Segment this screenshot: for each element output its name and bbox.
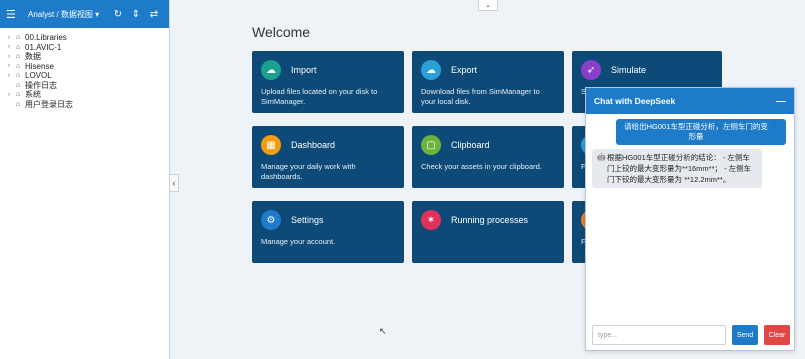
folder-icon: ⌂ <box>16 43 21 51</box>
chat-input[interactable] <box>592 325 726 345</box>
sidebar-collapse-handle[interactable]: ‹ <box>169 174 179 192</box>
chat-panel: Chat with DeepSeek — 请给出HG001车型正碰分析，左侧车门… <box>585 87 795 351</box>
folder-icon: ⌂ <box>16 53 21 61</box>
folder-tree: › ⌂ 00.Libraries › ⌂ 01.AVIC-1 › ⌂ 数据 › ⌂ Hisens… <box>0 28 169 109</box>
minimize-icon[interactable]: — <box>776 96 786 107</box>
clear-button[interactable]: Clear <box>764 325 790 345</box>
cloud-download-icon: ☁ <box>421 60 441 80</box>
tree-item[interactable]: › ⌂ 数据 <box>8 52 169 62</box>
mouse-cursor-icon: ↖ <box>379 326 387 336</box>
tree-item[interactable]: › ⌂ 00.Libraries <box>8 33 169 43</box>
folder-icon: ⌂ <box>16 91 21 99</box>
export-card[interactable]: ☁ Export Download files from SimManager t… <box>412 51 564 113</box>
user-message: 请给出HG001车型正碰分析，左侧车门的变形量 👤 <box>616 119 786 145</box>
chat-header: Chat with DeepSeek — <box>586 88 794 114</box>
expand-icon[interactable]: › <box>8 44 16 50</box>
settings-card[interactable]: ⚙ Settings Manage your account. <box>252 201 404 263</box>
bot-message: 🤖 根据HG001车型正碰分析的结论： - 左侧车门上铰的最大变形量为**16m… <box>592 149 762 188</box>
expand-icon[interactable]: › <box>8 54 16 60</box>
folder-icon: ⌂ <box>16 81 21 89</box>
tree-item[interactable]: ⌂ 用户登录日志 <box>8 100 169 110</box>
expand-icon[interactable]: › <box>8 63 16 69</box>
page-title: Welcome <box>252 24 311 40</box>
expand-icon[interactable]: › <box>8 35 16 41</box>
user-icon: 👤 <box>770 123 779 130</box>
import-card[interactable]: ☁ Import Upload files located on your dis… <box>252 51 404 113</box>
collapse-icon[interactable]: ⇕ <box>127 9 145 20</box>
refresh-icon[interactable]: ↻ <box>109 9 127 20</box>
swap-icon[interactable]: ⇄ <box>145 9 163 20</box>
tree-item[interactable]: › ⌂ Hisense <box>8 62 169 72</box>
view-selector[interactable]: Analyst / 数据视图 ▾ <box>28 9 109 20</box>
folder-icon: ⌂ <box>16 100 21 108</box>
cloud-upload-icon: ☁ <box>261 60 281 80</box>
send-button[interactable]: Send <box>732 325 758 345</box>
dashboard-card[interactable]: ▦ Dashboard Manage your daily work with d… <box>252 126 404 188</box>
sidebar-header: ☰ Analyst / 数据视图 ▾ ↻ ⇕ ⇄ <box>0 0 169 28</box>
clipboard-card[interactable]: ▢ Clipboard Check your assets in your cli… <box>412 126 564 188</box>
expand-icon[interactable]: › <box>8 73 16 79</box>
folder-icon: ⌂ <box>16 72 21 80</box>
gear-icon: ⚙ <box>261 210 281 230</box>
folder-icon: ⌂ <box>16 62 21 70</box>
running-processes-card[interactable]: ✶ Running processes <box>412 201 564 263</box>
clipboard-icon: ▢ <box>421 135 441 155</box>
folder-icon: ⌂ <box>16 34 21 42</box>
rocket-icon: ➶ <box>581 60 601 80</box>
expand-icon[interactable]: › <box>8 92 16 98</box>
chevron-down-icon[interactable]: ⌄ <box>478 0 498 11</box>
sidebar: ☰ Analyst / 数据视图 ▾ ↻ ⇕ ⇄ › ⌂ 00.Libraries … <box>0 0 170 359</box>
hamburger-icon[interactable]: ☰ <box>6 8 20 21</box>
processes-icon: ✶ <box>421 210 441 230</box>
dashboard-icon: ▦ <box>261 135 281 155</box>
robot-icon: 🤖 <box>597 154 606 161</box>
